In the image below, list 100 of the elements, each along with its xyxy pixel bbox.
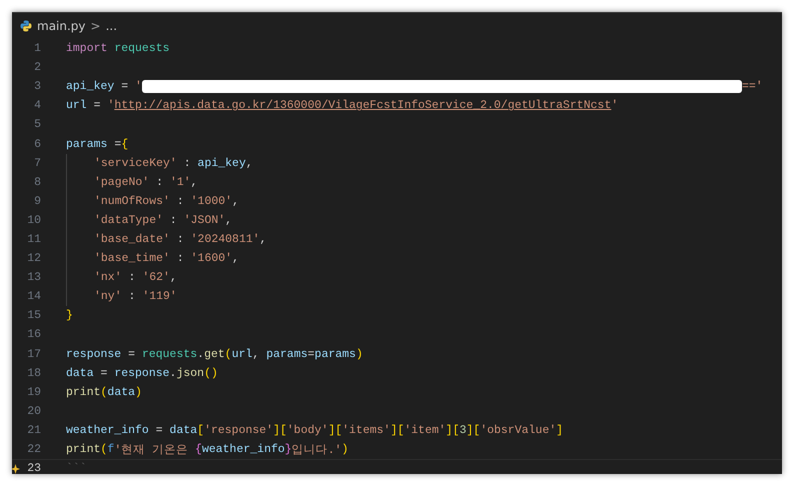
code-token: '62' <box>142 271 170 284</box>
code-token: requests <box>142 348 198 361</box>
code-token: 'numOfRows' <box>94 194 170 208</box>
breadcrumb-more[interactable]: ... <box>106 19 118 33</box>
line-number: 16 <box>27 328 41 342</box>
line-number: 6 <box>34 138 41 151</box>
code-token: { <box>121 138 128 151</box>
code-token: api_key <box>66 80 114 94</box>
code-token: import <box>66 42 108 56</box>
code-token: 'JSON' <box>184 214 226 227</box>
line-number: 19 <box>27 386 41 399</box>
code-token: response <box>66 348 122 361</box>
code-token: 'base_time' <box>94 252 170 266</box>
code-token: : <box>155 176 164 189</box>
code-token: ][ <box>273 424 287 437</box>
code-token: : <box>168 214 178 227</box>
code-token: print <box>66 443 101 456</box>
code-token: , <box>190 176 198 189</box>
code-token: ][ <box>446 424 460 437</box>
code-token: 'base_date' <box>94 232 170 246</box>
code-token: : <box>128 290 136 304</box>
line-number: 17 <box>27 348 41 361</box>
code-token: , <box>225 214 232 227</box>
code-token: 'nx' <box>94 271 122 284</box>
code-token: get <box>204 348 225 361</box>
line-number: 11 <box>27 232 41 246</box>
line-number: 9 <box>34 194 41 208</box>
line-number: 7 <box>34 156 41 170</box>
code-token: ( <box>100 443 108 456</box>
code-token: ) <box>135 386 142 399</box>
code-token: , <box>252 348 260 361</box>
code-token: 'body' <box>286 424 328 437</box>
code-token: () <box>204 366 218 380</box>
code-token: ) <box>356 348 363 361</box>
code-token: ' <box>107 99 114 112</box>
code-token: data <box>170 424 198 437</box>
line-number: 5 <box>34 118 41 132</box>
code-token: '20240811' <box>190 232 260 246</box>
code-token: , <box>246 156 253 170</box>
code-token: json <box>176 366 204 380</box>
line-number: 4 <box>34 99 41 112</box>
code-token: 'obsrValue' <box>480 424 556 437</box>
sparkle-icon[interactable] <box>12 464 20 474</box>
code-token: ( <box>224 348 232 361</box>
line-number: 1 <box>34 42 41 56</box>
code-token: ] <box>556 424 564 437</box>
code-token: '119' <box>142 290 177 304</box>
line-number: 3 <box>34 80 41 94</box>
code-token: '1600' <box>190 252 232 266</box>
code-token: : <box>128 271 136 284</box>
python-file-icon <box>20 20 32 32</box>
code-token: 'response' <box>204 424 274 437</box>
code-token: params <box>314 348 356 361</box>
code-token: ==' <box>742 80 763 94</box>
code-token: 3 <box>459 424 466 437</box>
code-token: , <box>232 252 239 266</box>
line-number: 13 <box>27 271 41 284</box>
line-number: 12 <box>27 252 41 266</box>
code-token: ][ <box>466 424 480 437</box>
code-token: url <box>232 348 252 361</box>
code-token: 'items' <box>342 424 390 437</box>
line-number: 15 <box>27 309 41 322</box>
code-token: requests <box>114 42 170 56</box>
line-number: 21 <box>27 424 41 437</box>
code-token: 'dataType' <box>94 214 164 227</box>
line-number: 20 <box>27 404 41 418</box>
code-token: : <box>176 252 185 266</box>
code-token: ][ <box>390 424 404 437</box>
code-token: = <box>308 348 315 361</box>
code-token: : <box>182 156 192 170</box>
code-token: } <box>284 443 292 456</box>
code-token: '1' <box>170 176 191 189</box>
code-token: params <box>266 348 308 361</box>
code-token: { <box>195 443 202 456</box>
line-number: 10 <box>27 214 41 227</box>
line-number: 2 <box>34 61 41 74</box>
code-token: response <box>114 366 170 380</box>
code-token: , <box>260 232 267 246</box>
breadcrumb-separator: > <box>90 19 101 33</box>
code-token: : <box>176 232 185 246</box>
code-token: [ <box>197 424 204 437</box>
line-number: 18 <box>27 366 41 380</box>
code-token: 'pageNo' <box>94 176 150 189</box>
code-token: : <box>176 194 185 208</box>
line-number: 23 <box>27 462 41 474</box>
code-token: '현재 기온은 <box>114 443 190 458</box>
code-token: ' <box>135 80 142 94</box>
breadcrumb-file[interactable]: main.py <box>37 19 86 33</box>
line-number: 22 <box>27 443 41 456</box>
code-token: url <box>66 99 87 112</box>
url-link[interactable]: http://apis.data.go.kr/1360000/VilageFcstInfoService_2.0/getUltraSrtNcst <box>114 99 612 112</box>
code-token: = <box>127 348 136 361</box>
code-token: ( <box>100 386 108 399</box>
code-token: ) <box>342 443 348 456</box>
code-token: ' <box>611 99 618 112</box>
code-token: params <box>66 138 108 151</box>
code-token: ``` <box>66 462 87 474</box>
code-token: , <box>232 194 239 208</box>
code-token: . <box>170 366 176 380</box>
code-token: . <box>197 348 204 361</box>
